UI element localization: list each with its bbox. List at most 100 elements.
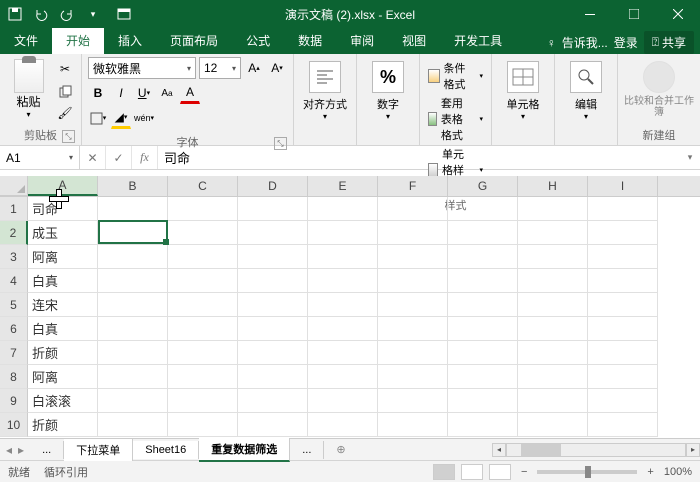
cell[interactable]: 连宋 — [28, 293, 98, 317]
cell[interactable] — [238, 269, 308, 293]
cell[interactable] — [308, 365, 378, 389]
cell[interactable] — [378, 245, 448, 269]
cell[interactable] — [308, 197, 378, 221]
sheet-nav-next[interactable]: ▸ — [18, 443, 24, 457]
cell[interactable] — [518, 317, 588, 341]
tab-data[interactable]: 数据 — [284, 27, 336, 54]
cell[interactable] — [308, 413, 378, 437]
cell[interactable] — [378, 341, 448, 365]
cell[interactable] — [378, 413, 448, 437]
cell[interactable] — [518, 365, 588, 389]
tell-me[interactable]: 告诉我... — [562, 34, 608, 51]
column-header[interactable]: G — [448, 176, 518, 196]
cell[interactable] — [238, 389, 308, 413]
cell[interactable] — [98, 197, 168, 221]
number-format-button[interactable]: % 数字 ▾ — [363, 57, 413, 121]
cell[interactable] — [168, 221, 238, 245]
cell[interactable] — [238, 245, 308, 269]
cell[interactable] — [378, 269, 448, 293]
cell[interactable]: 成玉 — [28, 221, 98, 245]
cell[interactable] — [238, 197, 308, 221]
cell[interactable] — [98, 317, 168, 341]
tab-page-layout[interactable]: 页面布局 — [156, 27, 232, 54]
column-header[interactable]: F — [378, 176, 448, 196]
column-header[interactable]: E — [308, 176, 378, 196]
increase-font-button[interactable]: A▴ — [244, 57, 264, 79]
cell[interactable] — [518, 389, 588, 413]
cell[interactable] — [98, 413, 168, 437]
cell[interactable] — [518, 197, 588, 221]
cell[interactable] — [378, 389, 448, 413]
cell[interactable] — [378, 221, 448, 245]
font-name-combo[interactable]: 微软雅黑▾ — [88, 57, 196, 79]
select-all-corner[interactable] — [0, 176, 28, 196]
cell[interactable] — [448, 293, 518, 317]
cell[interactable] — [98, 221, 168, 245]
format-as-table-button[interactable]: 套用表格格式▾ — [426, 94, 485, 144]
cell[interactable] — [448, 413, 518, 437]
cell[interactable] — [308, 389, 378, 413]
font-color-button[interactable]: A — [180, 82, 200, 104]
cell[interactable] — [518, 269, 588, 293]
cell[interactable] — [518, 293, 588, 317]
cell[interactable] — [98, 341, 168, 365]
row-header[interactable]: 3 — [0, 245, 28, 269]
hscroll-left-button[interactable]: ◂ — [492, 443, 506, 457]
qat-customize-icon[interactable]: ▾ — [82, 3, 104, 25]
sheet-tab-3[interactable]: 重复数据筛选 — [199, 438, 290, 462]
row-header[interactable]: 5 — [0, 293, 28, 317]
tab-review[interactable]: 审阅 — [336, 27, 388, 54]
alignment-button[interactable]: 对齐方式 ▾ — [300, 57, 350, 121]
cell[interactable] — [168, 413, 238, 437]
horizontal-scrollbar[interactable] — [506, 443, 686, 457]
cell[interactable]: 阿离 — [28, 365, 98, 389]
cell[interactable]: 阿离 — [28, 245, 98, 269]
cell[interactable] — [308, 341, 378, 365]
row-header[interactable]: 7 — [0, 341, 28, 365]
cell[interactable] — [378, 317, 448, 341]
cell[interactable] — [518, 221, 588, 245]
editing-button[interactable]: 编辑 ▾ — [561, 57, 611, 121]
pinyin-field-button[interactable]: wén▾ — [134, 107, 154, 129]
view-page-break-button[interactable] — [489, 464, 511, 480]
hscroll-right-button[interactable]: ▸ — [686, 443, 700, 457]
row-header[interactable]: 4 — [0, 269, 28, 293]
sheet-tab-1[interactable]: 下拉菜单 — [64, 439, 133, 461]
conditional-formatting-button[interactable]: 条件格式▾ — [426, 59, 485, 93]
sheet-tab-overflow[interactable]: ... — [30, 441, 64, 459]
cell[interactable] — [588, 413, 658, 437]
cell[interactable] — [308, 269, 378, 293]
zoom-level[interactable]: 100% — [664, 466, 692, 478]
undo-icon[interactable] — [30, 3, 52, 25]
cell[interactable] — [448, 341, 518, 365]
row-header[interactable]: 8 — [0, 365, 28, 389]
cell[interactable] — [168, 245, 238, 269]
name-box[interactable]: A1▾ — [0, 146, 80, 169]
compare-merge-button[interactable]: 比较和合并工作簿 — [624, 57, 694, 118]
cell[interactable] — [98, 245, 168, 269]
view-page-layout-button[interactable] — [461, 464, 483, 480]
tab-insert[interactable]: 插入 — [104, 27, 156, 54]
cell[interactable] — [168, 293, 238, 317]
column-header[interactable]: I — [588, 176, 658, 196]
row-header[interactable]: 6 — [0, 317, 28, 341]
column-header[interactable]: C — [168, 176, 238, 196]
expand-formula-bar-button[interactable]: ▾ — [680, 146, 700, 169]
cell[interactable] — [238, 341, 308, 365]
cell[interactable] — [308, 293, 378, 317]
cell[interactable] — [378, 197, 448, 221]
save-icon[interactable] — [4, 3, 26, 25]
sign-in[interactable]: 登录 — [614, 34, 638, 51]
decrease-font-button[interactable]: A▾ — [267, 57, 287, 79]
row-header[interactable]: 10 — [0, 413, 28, 437]
copy-button[interactable] — [55, 81, 75, 101]
cell[interactable] — [588, 197, 658, 221]
cell[interactable] — [238, 293, 308, 317]
spreadsheet-grid[interactable]: ABCDEFGHI 1司命2成玉3阿离4白真5连宋6白真7折颜8阿离9白滚滚10… — [0, 176, 700, 438]
font-size-combo[interactable]: 12▾ — [199, 57, 241, 79]
cell[interactable] — [238, 365, 308, 389]
row-header[interactable]: 9 — [0, 389, 28, 413]
border-button[interactable]: ▾ — [88, 107, 108, 129]
cell[interactable] — [98, 365, 168, 389]
cell[interactable] — [448, 365, 518, 389]
